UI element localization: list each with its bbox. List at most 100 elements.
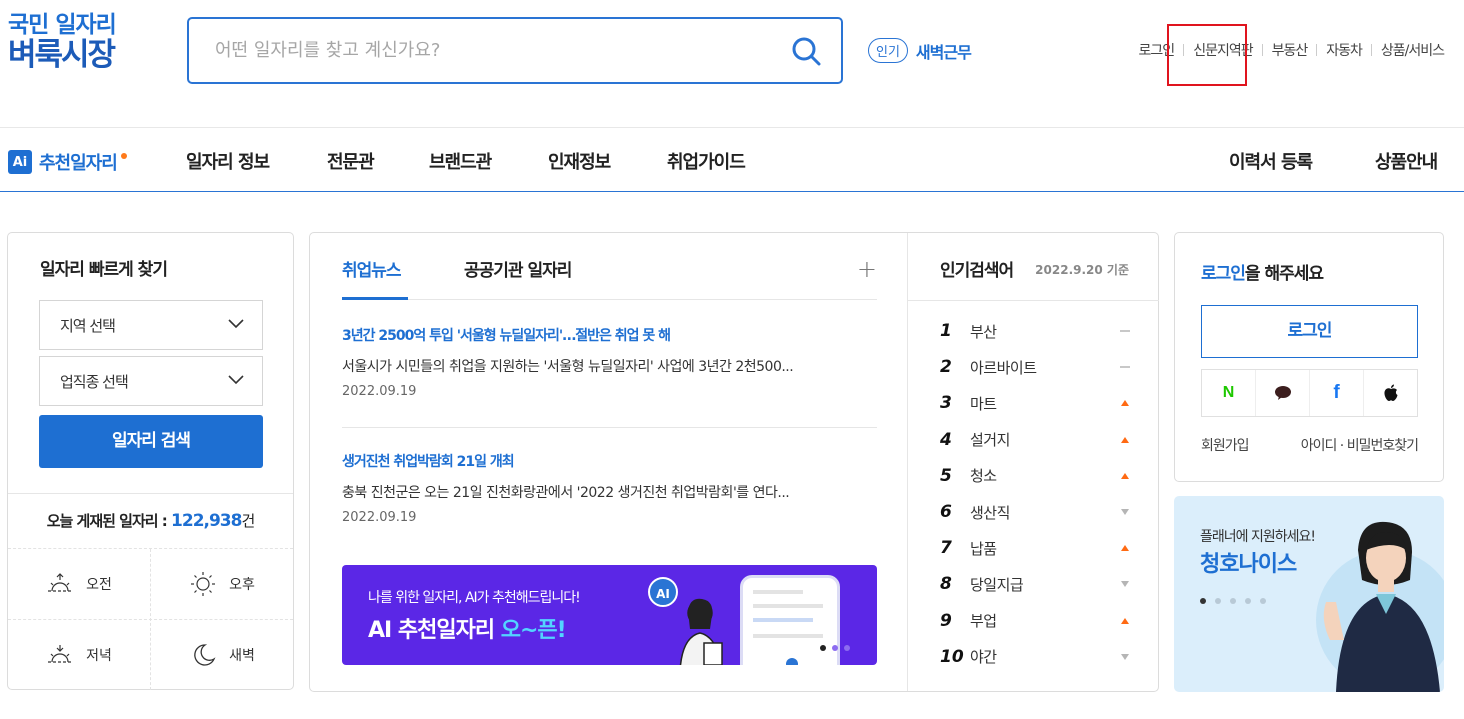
ranking-item[interactable]: 4 설거지 <box>940 425 1130 455</box>
nav-item-talent[interactable]: 인재정보 <box>548 148 611 174</box>
popular-keyword-text[interactable]: 새벽근무 <box>916 39 972 63</box>
tab-public-jobs[interactable]: 공공기관 일자리 <box>464 256 572 281</box>
ranking-item[interactable]: 6 생산직 <box>940 497 1130 527</box>
pagination-dot[interactable] <box>1215 598 1221 604</box>
apple-login-button[interactable] <box>1364 370 1417 416</box>
nav-item-resume[interactable]: 이력서 등록 <box>1229 148 1313 174</box>
naver-login-button[interactable]: N <box>1202 370 1256 416</box>
logo-line1: 국민 일자리 <box>8 12 117 38</box>
ad-banner[interactable]: 플래너에 지원하세요! 청호나이스 <box>1174 496 1444 692</box>
ranking-item[interactable]: 2 아르바이트 <box>940 352 1130 382</box>
divider <box>8 493 293 494</box>
login-button[interactable]: 로그인 <box>1201 305 1418 358</box>
rank-number: 9 <box>940 610 952 631</box>
login-links: 회원가입 아이디 · 비밀번호찾기 <box>1201 435 1419 455</box>
divider <box>342 427 877 428</box>
job-category-select[interactable]: 업직종 선택 <box>39 356 263 406</box>
trend-up-icon <box>1121 545 1129 552</box>
plus-icon[interactable]: + <box>857 255 877 283</box>
car-link[interactable]: 자동차 <box>1326 40 1363 60</box>
rank-keyword: 아르바이트 <box>970 358 1037 377</box>
site-logo[interactable]: 국민 일자리 벼룩시장 <box>8 12 117 71</box>
ranking-item[interactable]: 5 청소 <box>940 461 1130 491</box>
ad-line1: 플래너에 지원하세요! <box>1200 529 1316 545</box>
nav-item-specialty[interactable]: 전문관 <box>327 148 375 174</box>
phone-row <box>753 634 823 638</box>
rank-keyword: 설거지 <box>970 431 1010 450</box>
ranking-item[interactable]: 9 부업 <box>940 606 1130 636</box>
time-afternoon[interactable]: 오후 <box>151 549 293 619</box>
rank-number: 8 <box>940 574 952 595</box>
sunrise-icon <box>48 573 73 592</box>
kakao-login-button[interactable] <box>1256 370 1310 416</box>
sunset-icon <box>48 645 73 663</box>
pagination-dot[interactable] <box>1260 598 1266 604</box>
naver-icon: N <box>1222 384 1235 401</box>
trend-down-icon <box>1121 509 1129 515</box>
nav-item-label: 추천일자리 <box>39 153 118 174</box>
time-dawn[interactable]: 새벽 <box>151 620 293 690</box>
news-article[interactable]: 3년간 2500억 투입 '서울형 뉴딜일자리'…절반은 취업 못 해 서울시가… <box>342 325 877 399</box>
pagination-dot[interactable] <box>844 645 850 651</box>
pagination-dot[interactable] <box>832 645 838 651</box>
time-evening[interactable]: 저녁 <box>8 620 150 690</box>
nav-item-guide[interactable]: 취업가이드 <box>667 148 746 174</box>
social-login-bar: N f <box>1201 369 1418 417</box>
ranking-item[interactable]: 3 마트 <box>940 388 1130 418</box>
article-headline[interactable]: 생거진천 취업박람회 21일 개최 <box>342 451 877 471</box>
news-article[interactable]: 생거진천 취업박람회 21일 개최 충북 진천군은 오는 21일 진천화랑관에서… <box>342 451 877 525</box>
job-search-button[interactable]: 일자리 검색 <box>39 415 263 468</box>
search-icon[interactable] <box>791 36 821 66</box>
banner-line2: AI 추천일자리 오~픈! <box>368 612 567 644</box>
time-morning[interactable]: 오전 <box>8 549 150 619</box>
ai-badge-icon: Ai <box>8 150 32 174</box>
time-filter-grid: 오전 오후 저녁 새벽 <box>8 548 293 690</box>
ranking-date: 2022.9.20 기준 <box>1035 263 1129 277</box>
banner-line1: 나를 위한 일자리, AI가 추천해드립니다! <box>368 590 581 606</box>
rank-keyword: 청소 <box>970 467 997 486</box>
time-label: 오전 <box>86 577 112 593</box>
nav-item-ai-recommend[interactable]: Ai 추천일자리 <box>8 149 127 175</box>
login-prompt-rest: 을 해주세요 <box>1244 264 1324 284</box>
time-label: 저녁 <box>86 648 112 664</box>
pagination-dot[interactable] <box>1230 598 1236 604</box>
nav-item-brand[interactable]: 브랜드관 <box>429 148 492 174</box>
region-select[interactable]: 지역 선택 <box>39 300 263 350</box>
tab-job-news[interactable]: 취업뉴스 <box>342 256 402 281</box>
ranking-item[interactable]: 7 납품 <box>940 533 1130 563</box>
pagination-dot[interactable] <box>1200 598 1206 604</box>
highlight-box <box>1167 24 1247 86</box>
goods-service-link[interactable]: 상품/서비스 <box>1381 40 1445 60</box>
pagination-dot[interactable] <box>820 645 826 651</box>
person-illustration-icon <box>679 598 723 665</box>
job-select-value: 업직종 선택 <box>60 373 129 391</box>
divider <box>1316 44 1318 56</box>
search-input[interactable] <box>189 19 779 82</box>
find-account-link[interactable]: 아이디 · 비밀번호찾기 <box>1301 435 1419 455</box>
rank-keyword: 마트 <box>970 394 997 413</box>
phone-row <box>753 618 813 622</box>
signup-link[interactable]: 회원가입 <box>1201 435 1250 455</box>
ai-recommend-banner[interactable]: 나를 위한 일자리, AI가 추천해드립니다! AI 추천일자리 오~픈! AI <box>342 565 877 665</box>
rank-number: 2 <box>940 357 952 378</box>
rank-number: 5 <box>940 465 952 486</box>
ranking-item[interactable]: 10 야간 <box>940 642 1130 672</box>
ranking-title: 인기검색어 <box>940 261 1014 281</box>
banner-line2-a: AI 추천일자리 <box>368 618 501 643</box>
panel-title: 일자리 빠르게 찾기 <box>40 260 168 280</box>
real-estate-link[interactable]: 부동산 <box>1272 40 1309 60</box>
ranking-item[interactable]: 8 당일지급 <box>940 569 1130 599</box>
popular-keyword[interactable]: 인기 새벽근무 <box>868 38 972 63</box>
rank-number: 3 <box>940 393 952 414</box>
article-headline[interactable]: 3년간 2500억 투입 '서울형 뉴딜일자리'…절반은 취업 못 해 <box>342 325 877 345</box>
today-posted-count: 오늘 게재된 일자리 : 122,938건 <box>8 510 293 531</box>
login-prompt: 로그인을 해주세요 <box>1201 259 1324 284</box>
facebook-login-button[interactable]: f <box>1310 370 1364 416</box>
ranking-item[interactable]: 1 부산 <box>940 316 1130 346</box>
rank-keyword: 납품 <box>970 539 997 558</box>
nav-item-product-info[interactable]: 상품안내 <box>1375 148 1438 174</box>
pagination-dot[interactable] <box>1245 598 1251 604</box>
news-panel: 취업뉴스 공공기관 일자리 + 3년간 2500억 투입 '서울형 뉴딜일자리'… <box>309 232 1159 692</box>
apple-icon <box>1383 384 1397 401</box>
nav-item-job-info[interactable]: 일자리 정보 <box>186 148 270 174</box>
